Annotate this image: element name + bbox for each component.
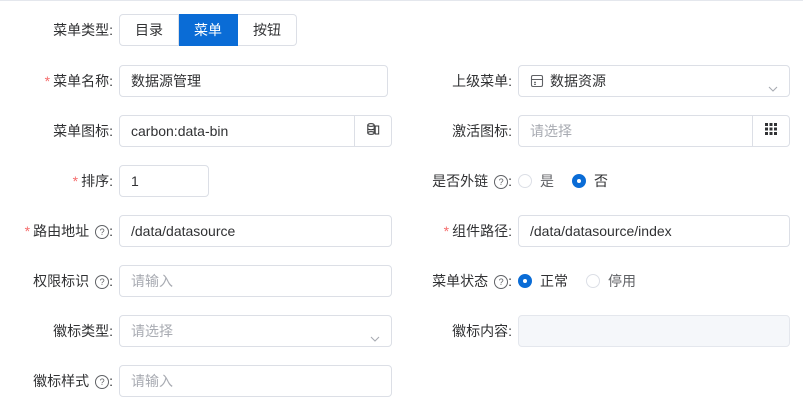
- route-path-input[interactable]: /data/datasource: [119, 215, 392, 247]
- icon-picker-button[interactable]: [354, 116, 391, 146]
- badge-style-label: 徽标样式?:: [33, 373, 113, 389]
- radio-circle: [572, 174, 586, 188]
- menu-status-radio-group: 正常 停用: [518, 265, 654, 297]
- menu-type-option-button[interactable]: 按钮: [238, 14, 297, 46]
- badge-style-input[interactable]: 请输入: [119, 365, 392, 397]
- parent-menu-label: 上级菜单:: [452, 73, 512, 89]
- route-path-label: * 路由地址?:: [24, 223, 113, 239]
- is-external-label: 是否外链?:: [432, 173, 512, 189]
- radio-circle: [586, 274, 600, 288]
- menu-type-label: 菜单类型:: [53, 22, 113, 38]
- required-mark: *: [24, 223, 31, 239]
- required-mark: *: [443, 223, 450, 239]
- parent-menu-select[interactable]: 数据资源: [518, 65, 790, 97]
- help-icon[interactable]: ?: [95, 275, 110, 289]
- is-external-yes-radio[interactable]: 是: [518, 171, 554, 191]
- sort-input[interactable]: 1: [119, 165, 209, 197]
- menu-status-label: 菜单状态?:: [432, 273, 512, 289]
- sort-label: * 排序:: [72, 173, 113, 189]
- menu-type-segmented: 目录 菜单 按钮: [119, 14, 297, 46]
- menu-icon-label: 菜单图标:: [53, 123, 113, 139]
- menu-status-disabled-radio[interactable]: 停用: [586, 271, 636, 291]
- help-icon[interactable]: ?: [494, 275, 509, 289]
- required-mark: *: [72, 173, 79, 189]
- menu-name-input[interactable]: 数据源管理: [119, 65, 388, 97]
- help-icon[interactable]: ?: [494, 175, 509, 189]
- menu-status-normal-radio[interactable]: 正常: [518, 271, 568, 291]
- database-icon: [530, 68, 544, 96]
- permission-input[interactable]: 请输入: [119, 265, 392, 297]
- menu-type-option-menu[interactable]: 菜单: [179, 14, 238, 46]
- is-external-radio-group: 是 否: [518, 165, 626, 197]
- active-icon-input[interactable]: 请选择: [518, 115, 790, 147]
- menu-type-option-directory[interactable]: 目录: [119, 14, 179, 46]
- badge-content-label: 徽标内容:: [452, 323, 512, 339]
- grid-icon: [764, 116, 778, 146]
- chevron-down-icon: [369, 325, 381, 346]
- permission-label: 权限标识?:: [33, 273, 113, 289]
- component-path-label: * 组件路径:: [443, 223, 512, 239]
- help-icon[interactable]: ?: [95, 225, 110, 239]
- is-external-no-radio[interactable]: 否: [572, 171, 608, 191]
- help-icon[interactable]: ?: [95, 375, 110, 389]
- menu-name-label: * 菜单名称:: [44, 73, 113, 89]
- badge-type-label: 徽标类型:: [53, 323, 113, 339]
- data-bin-icon: [366, 116, 380, 146]
- icon-grid-button[interactable]: [752, 116, 789, 146]
- radio-circle: [518, 274, 532, 288]
- top-divider: [0, 0, 803, 1]
- radio-circle: [518, 174, 532, 188]
- menu-icon-input[interactable]: carbon:data-bin: [119, 115, 392, 147]
- chevron-down-icon: [767, 75, 779, 96]
- component-path-input[interactable]: /data/datasource/index: [518, 215, 790, 247]
- required-mark: *: [44, 73, 51, 89]
- badge-type-select[interactable]: 请选择: [119, 315, 392, 347]
- badge-content-input[interactable]: [518, 315, 790, 347]
- active-icon-label: 激活图标:: [452, 123, 512, 139]
